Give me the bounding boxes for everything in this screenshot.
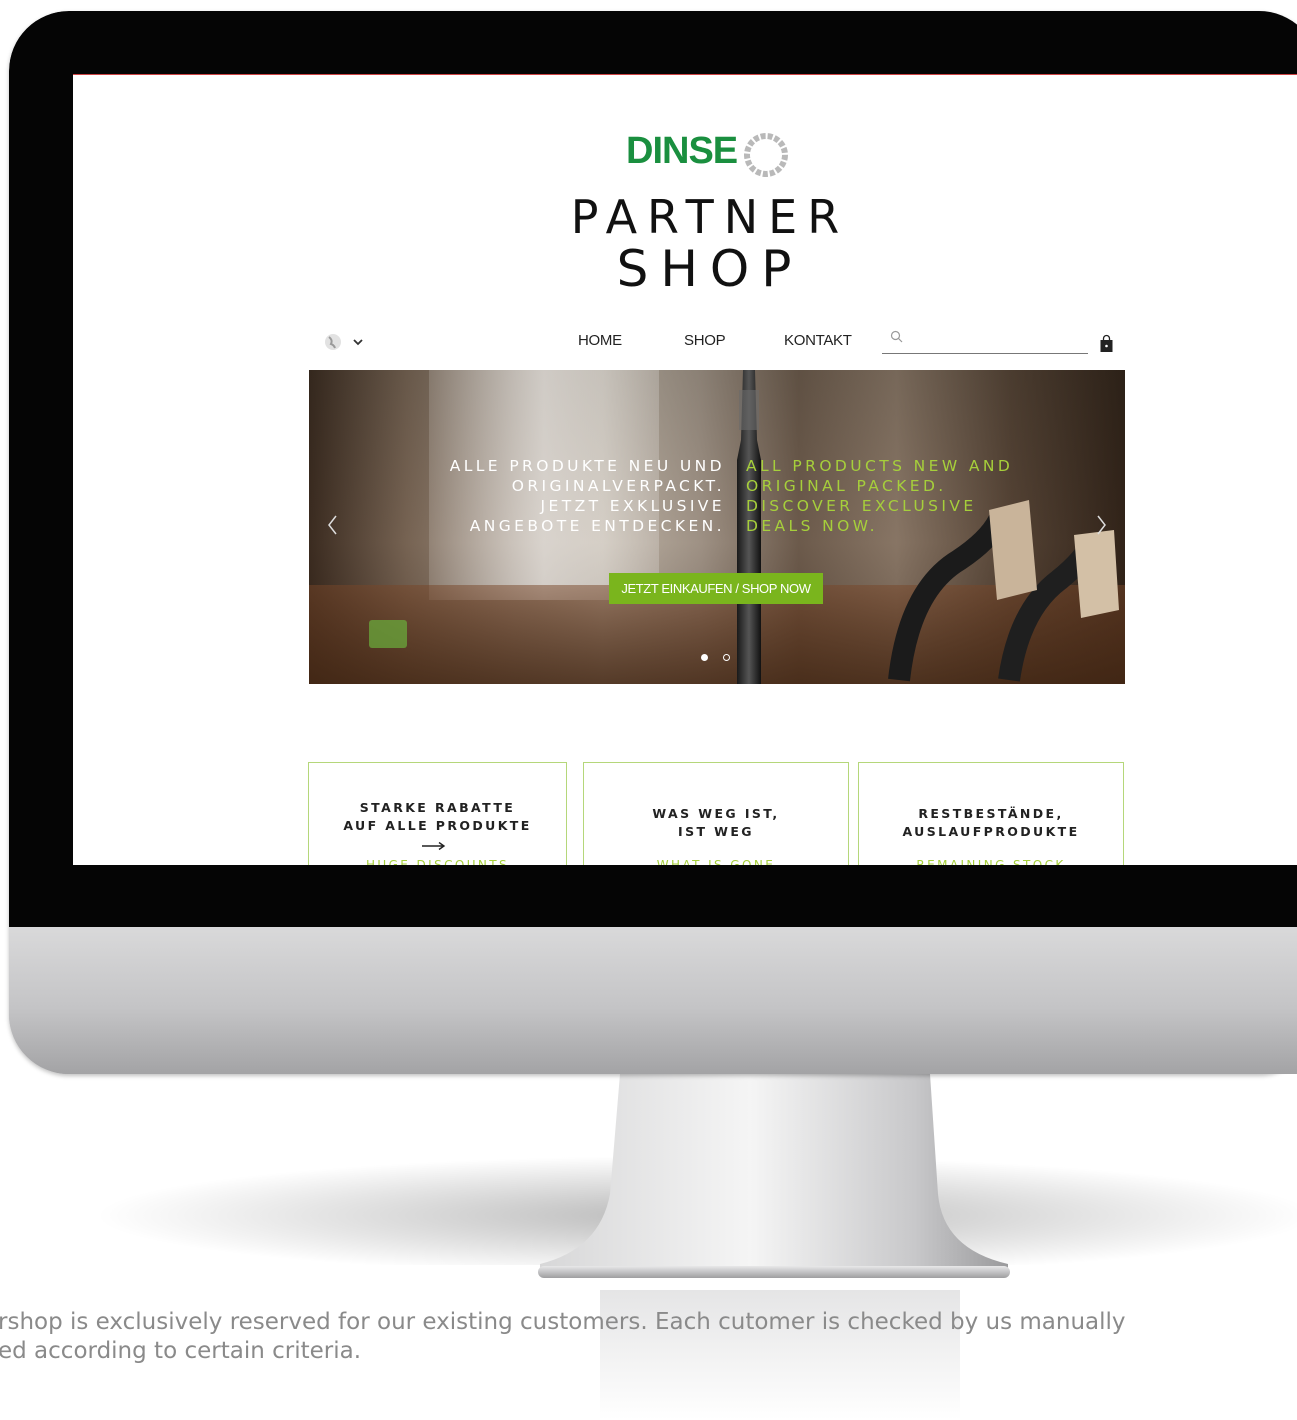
title-partner: PARTNER <box>570 190 850 244</box>
arrow-right-icon <box>422 841 446 851</box>
monitor-stand <box>538 1074 1010 1278</box>
slider-dot-active[interactable] <box>701 654 708 661</box>
hero-text-german: ALLE PRODUKTE NEU UND ORIGINALVERPACKT. … <box>380 456 725 536</box>
feature-title: WAS WEG IST, IST WEG <box>584 805 848 841</box>
hero-de-line: JETZT EXKLUSIVE <box>540 497 725 515</box>
hero-en-line: ORIGINAL PACKED. <box>746 477 947 495</box>
hero-de-line: ALLE PRODUKTE NEU UND <box>449 457 725 475</box>
search-icon <box>890 330 903 343</box>
feature-title: RESTBESTÄNDE, AUSLAUFPRODUKTE <box>859 805 1123 841</box>
search-box[interactable] <box>882 327 1088 354</box>
feature-box-stock[interactable]: RESTBESTÄNDE, AUSLAUFPRODUKTE REMAINING … <box>858 762 1124 882</box>
logo-text: DINSE <box>626 130 738 172</box>
hero-en-line: ALL PRODUCTS NEW AND <box>746 457 1014 475</box>
globe-icon <box>325 334 341 350</box>
feature-title: STARKE RABATTE AUF ALLE PRODUKTE <box>309 799 566 835</box>
language-selector[interactable] <box>322 331 372 353</box>
feature-title-line: STARKE RABATTE <box>359 800 516 815</box>
hero-background-object <box>369 620 407 648</box>
slider-dot[interactable] <box>723 654 730 661</box>
feature-box-discounts[interactable]: STARKE RABATTE AUF ALLE PRODUKTE HUGE DI… <box>308 762 567 882</box>
feature-title-line: IST WEG <box>678 824 754 839</box>
feature-title-line: WAS WEG IST, <box>652 806 780 821</box>
feature-title-line: AUSLAUFPRODUKTE <box>902 824 1080 839</box>
feature-title-line: RESTBESTÄNDE, <box>918 806 1064 821</box>
search-input[interactable] <box>906 329 1086 351</box>
hero-en-line: DISCOVER EXCLUSIVE <box>746 497 977 515</box>
nav-home[interactable]: HOME <box>578 332 622 349</box>
nav-shop[interactable]: SHOP <box>684 332 726 349</box>
monitor-chin-front <box>9 927 1297 1074</box>
hero-de-line: ORIGINALVERPACKT. <box>511 477 725 495</box>
feature-box-gone[interactable]: WAS WEG IST, IST WEG WHAT IS GONE <box>583 762 849 882</box>
hero-text-english: ALL PRODUCTS NEW AND ORIGINAL PACKED. DI… <box>746 456 1076 536</box>
feature-title-line: AUF ALLE PRODUKTE <box>343 818 532 833</box>
caption-line: rshop is exclusively reserved for our ex… <box>0 1309 1126 1335</box>
shopping-bag-icon[interactable] <box>1099 334 1114 353</box>
hero-de-line: ANGEBOTE ENTDECKEN. <box>469 517 725 535</box>
title-shop: SHOP <box>616 240 804 298</box>
slider-prev-icon[interactable] <box>326 512 340 538</box>
slider-next-icon[interactable] <box>1094 512 1108 538</box>
nav-kontakt[interactable]: KONTAKT <box>784 332 852 349</box>
logo-ring-icon <box>744 133 788 177</box>
chevron-down-icon <box>353 339 363 346</box>
caption-line: ed according to certain criteria. <box>0 1338 362 1364</box>
monitor-bezel-bottom <box>9 865 1297 927</box>
dinse-logo[interactable]: DINSE <box>626 130 806 182</box>
hero-en-line: DEALS NOW. <box>746 517 879 535</box>
shop-now-button[interactable]: JETZT EINKAUFEN / SHOP NOW <box>609 573 823 604</box>
